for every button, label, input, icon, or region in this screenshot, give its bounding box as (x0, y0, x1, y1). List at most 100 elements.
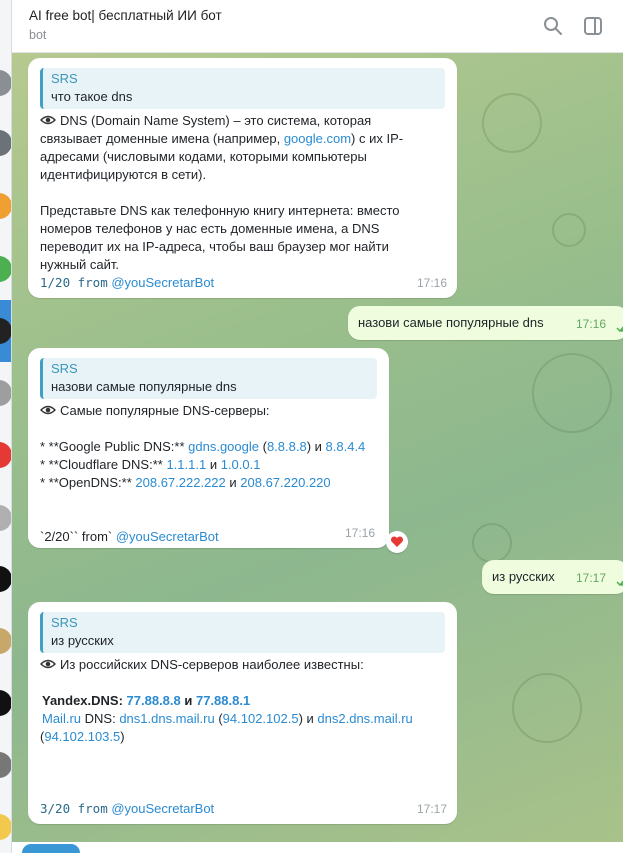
dns-link[interactable]: 94.102.103.5 (44, 729, 120, 744)
dns-link[interactable]: 208.67.220.220 (240, 475, 330, 490)
dns-link[interactable]: 1.1.1.1 (166, 457, 206, 472)
read-check-icon (616, 580, 623, 587)
heart-icon (390, 536, 404, 547)
message-counter: 1/20 from (40, 275, 108, 290)
quote-text: что такое dns (51, 89, 133, 104)
dns-link[interactable]: 77.88.8.1 (196, 693, 250, 708)
dns-row: * **Cloudflare DNS:** 1.1.1.1 и 1.0.0.1 (40, 456, 377, 474)
dns-link[interactable]: 77.88.8.8 (127, 693, 181, 708)
reply-quote[interactable]: SRS что такое dns (40, 68, 445, 109)
chat-avatar[interactable] (0, 566, 11, 592)
bot-handle-link[interactable]: @youSecretarBot (111, 275, 214, 290)
mail-link[interactable]: Mail.ru (42, 711, 81, 726)
reaction-heart[interactable] (386, 531, 408, 553)
bottom-button[interactable] (22, 844, 80, 853)
chat-avatar[interactable] (0, 752, 11, 778)
dns-link[interactable]: gdns.google (188, 439, 259, 454)
chat-avatar[interactable] (0, 690, 11, 716)
chat-header[interactable]: AI free bot| бесплатный ИИ бот bot (12, 0, 623, 53)
dns-link[interactable]: 1.0.0.1 (221, 457, 261, 472)
row-prefix: * **Cloudflare DNS:** (40, 457, 167, 472)
message-time: 17:17 (575, 571, 606, 585)
quote-author: SRS (51, 615, 78, 630)
eye-icon (40, 115, 56, 125)
composer-strip[interactable] (12, 842, 623, 853)
reply-quote[interactable]: SRS из русских (40, 612, 445, 653)
dns-link[interactable]: dns2.dns.mail.ru (317, 711, 412, 726)
chat-subtitle: bot (29, 28, 47, 42)
row-text: и (180, 693, 196, 708)
background-doodle (512, 673, 582, 743)
message-text: адресами (числовыми кодами, которыми ком… (40, 149, 367, 164)
background-doodle (482, 93, 542, 153)
bot-handle-link[interactable]: @youSecretarBot (116, 529, 219, 544)
message-footer: `2/20`` from` @youSecretarBot (40, 528, 377, 546)
outgoing-message[interactable]: из русских 17:17 (482, 560, 623, 594)
message-line: связывает доменные имена (например, goog… (40, 130, 445, 148)
message-text: Самые популярные DNS-серверы: (60, 403, 270, 418)
mail-row: Mail.ru DNS: dns1.dns.mail.ru (94.102.10… (42, 711, 413, 726)
message-link[interactable]: google.com (284, 131, 351, 146)
message-time: 17:16 (344, 526, 375, 540)
background-doodle (532, 353, 612, 433)
chat-avatar[interactable] (0, 70, 11, 96)
quote-text: из русских (51, 633, 114, 648)
row-text: ( (258, 439, 267, 454)
chat-title[interactable]: AI free bot| бесплатный ИИ бот (29, 8, 222, 23)
footer-text: `2/20`` from` (40, 529, 116, 544)
message-text: ) с их IP- (351, 131, 404, 146)
row-text: DNS: (81, 711, 120, 726)
message-text: номеров телефонов у нас есть доменные им… (40, 221, 380, 236)
chat-avatar[interactable] (0, 380, 11, 406)
reply-quote[interactable]: SRS назови самые популярные dns (40, 358, 377, 399)
message-text: нужный сайт. (40, 257, 120, 272)
chat-avatar[interactable] (0, 628, 11, 654)
bot-handle-link[interactable]: @youSecretarBot (111, 801, 214, 816)
incoming-message[interactable]: SRS назови самые популярные dns Самые по… (28, 348, 389, 548)
dns-row: * **Google Public DNS:** gdns.google (8.… (40, 438, 377, 456)
chat-area[interactable]: SRS что такое dns DNS (Domain Name Syste… (12, 53, 623, 853)
chat-list-strip[interactable] (0, 0, 12, 853)
chat-avatar[interactable] (0, 130, 11, 156)
row-text: и (225, 475, 241, 490)
message-text: из русских (492, 569, 555, 584)
message-time: 17:16 (575, 317, 606, 331)
dns-link[interactable]: 94.102.102.5 (223, 711, 299, 726)
chat-avatar[interactable] (0, 256, 11, 282)
dns-link[interactable]: dns1.dns.mail.ru (119, 711, 214, 726)
mail-row-cont: (94.102.103.5) (40, 729, 125, 744)
message-line: Из российских DNS-серверов наиболее изве… (40, 656, 445, 674)
read-check-icon (616, 326, 623, 333)
eye-icon (40, 659, 56, 669)
outgoing-message[interactable]: назови самые популярные dns 17:16 (348, 306, 623, 340)
row-text: и (206, 457, 221, 472)
quote-text: назови самые популярные dns (51, 379, 237, 394)
message-text: DNS (Domain Name System) – это система, … (60, 113, 372, 128)
chat-avatar[interactable] (0, 442, 11, 468)
yandex-label: Yandex.DNS: (42, 693, 127, 708)
message-counter: 3/20 from (40, 801, 108, 816)
sidebar-toggle-icon[interactable] (582, 15, 604, 37)
row-text: ) и (306, 439, 326, 454)
message-text: идентифицируются в сети). (40, 167, 207, 182)
search-icon[interactable] (542, 15, 564, 37)
incoming-message[interactable]: SRS что такое dns DNS (Domain Name Syste… (28, 58, 457, 298)
dns-link[interactable]: 8.8.8.8 (267, 439, 307, 454)
dns-row: * **OpenDNS:** 208.67.222.222 и 208.67.2… (40, 474, 377, 492)
dns-link[interactable]: 8.8.4.4 (326, 439, 366, 454)
chat-avatar[interactable] (0, 193, 11, 219)
message-text: назови самые популярные dns (358, 315, 544, 330)
message-text: Представьте DNS как телефонную книгу инт… (40, 203, 400, 218)
background-doodle (552, 213, 586, 247)
row-prefix: * **Google Public DNS:** (40, 439, 189, 454)
chat-avatar[interactable] (0, 814, 11, 840)
dns-link[interactable]: 208.67.222.222 (135, 475, 225, 490)
chat-avatar[interactable] (0, 505, 11, 531)
message-text: связывает доменные имена (например, (40, 131, 284, 146)
message-text: Из российских DNS-серверов наиболее изве… (60, 657, 364, 672)
incoming-message[interactable]: SRS из русских Из российских DNS-серверо… (28, 602, 457, 824)
